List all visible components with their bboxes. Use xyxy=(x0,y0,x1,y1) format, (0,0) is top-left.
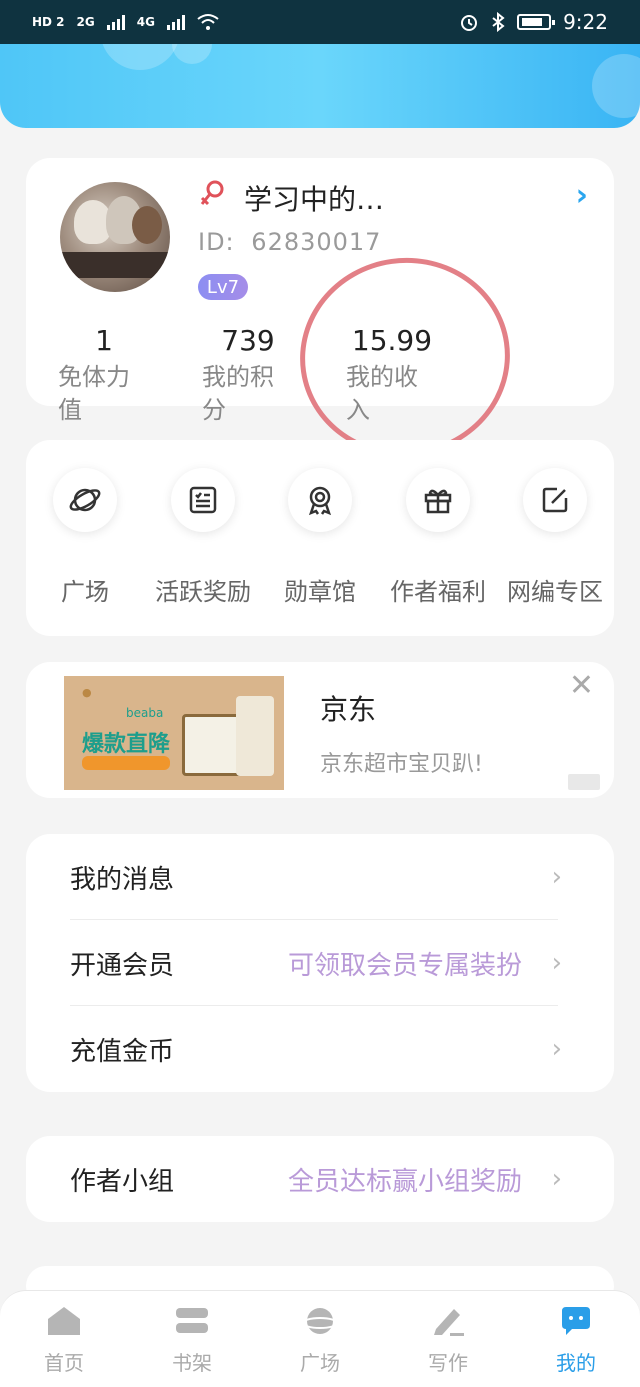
signal-icon xyxy=(166,14,185,30)
tab-plaza[interactable]: 广场 xyxy=(256,1303,384,1376)
tab-label: 写作 xyxy=(428,1351,468,1375)
author-group-card: 作者小组 全员达标赢小组奖励 › xyxy=(26,1136,614,1222)
close-icon[interactable]: ✕ xyxy=(569,668,594,703)
stat-points[interactable]: 739 我的积 分 xyxy=(202,324,312,427)
alarm-icon xyxy=(461,15,478,31)
bookshelf-icon xyxy=(172,1303,212,1339)
ad-subtitle: 京东超市宝贝趴! xyxy=(320,752,483,777)
chevron-right-icon: › xyxy=(551,948,562,978)
list-item-value: 可领取会员专属装扮 xyxy=(287,950,522,981)
quick-item-label: 网编专区 xyxy=(507,578,603,606)
list-item-label: 充值金币 xyxy=(70,1036,175,1067)
network-type-2: 4G xyxy=(136,15,155,29)
user-id: ID: 62830017 xyxy=(198,228,381,256)
ad-image[interactable]: ● beaba 爆款直降 xyxy=(64,676,284,790)
female-gender-icon xyxy=(200,180,224,206)
ad-title: 京东 xyxy=(320,693,377,726)
quick-item-label: 作者福利 xyxy=(390,578,486,606)
avatar[interactable] xyxy=(60,182,170,292)
clock-time: 9:22 xyxy=(563,10,608,34)
tab-write[interactable]: 写作 xyxy=(384,1303,512,1376)
planet-icon xyxy=(53,468,117,532)
ad-image-pill xyxy=(82,756,170,770)
quick-item-label: 活跃奖励 xyxy=(155,578,251,606)
bluetooth-icon xyxy=(492,12,505,32)
list-item-my-messages[interactable]: 我的消息 › xyxy=(26,834,614,920)
edit-icon xyxy=(523,468,587,532)
stat-label-line: 免体力 xyxy=(58,363,130,391)
pen-icon xyxy=(428,1303,468,1339)
tab-home[interactable]: 首页 xyxy=(0,1303,128,1376)
bottom-tab-bar: 首页 书架 广场 写作 我的 xyxy=(0,1290,640,1387)
hd-indicator: HD 2 xyxy=(32,15,65,29)
list-item-label: 我的消息 xyxy=(70,864,175,895)
list-item-label: 作者小组 xyxy=(70,1166,175,1197)
user-id-value: 62830017 xyxy=(251,228,382,256)
ad-image-box xyxy=(236,696,274,776)
stat-label-line: 分 xyxy=(202,396,226,424)
quick-item-author-benefits[interactable]: 作者福利 xyxy=(379,468,497,607)
status-bar: HD 2 2G 4G 9:22 xyxy=(0,0,640,44)
ad-banner-card[interactable]: ● beaba 爆款直降 京东 京东超市宝贝趴! ✕ xyxy=(26,662,614,798)
ad-image-logo: ● xyxy=(82,686,92,699)
tab-label: 广场 xyxy=(300,1351,340,1375)
chevron-right-icon: › xyxy=(551,862,562,892)
stat-stamina[interactable]: 1 免体力 值 xyxy=(58,324,168,427)
username: 学习中的… xyxy=(244,183,385,216)
stat-value: 1 xyxy=(95,324,113,357)
quick-item-plaza[interactable]: 广场 xyxy=(26,468,144,607)
home-icon xyxy=(44,1303,84,1339)
list-item-open-membership[interactable]: 开通会员 可领取会员专属装扮 › xyxy=(26,920,614,1006)
quick-menu-card: 广场 活跃奖励 勋章馆 作者福利 网编专区 xyxy=(26,440,614,636)
network-type-1: 2G xyxy=(76,15,95,29)
user-id-label: ID: xyxy=(198,228,235,256)
tab-bookshelf[interactable]: 书架 xyxy=(128,1303,256,1376)
tab-label: 书架 xyxy=(172,1351,212,1375)
level-badge: Lv7 xyxy=(198,274,248,300)
checklist-icon xyxy=(171,468,235,532)
list-item-label: 开通会员 xyxy=(70,950,175,981)
quick-item-medal-hall[interactable]: 勋章馆 xyxy=(261,468,379,607)
quick-item-active-reward[interactable]: 活跃奖励 xyxy=(144,468,262,607)
tab-label: 首页 xyxy=(44,1351,84,1375)
list-item-author-group[interactable]: 作者小组 全员达标赢小组奖励 › xyxy=(26,1136,614,1222)
decor-bubble xyxy=(592,54,640,118)
list-item-recharge-coins[interactable]: 充值金币 › xyxy=(26,1006,614,1092)
medal-icon xyxy=(288,468,352,532)
stat-label-line: 我的积 xyxy=(202,363,274,391)
chevron-right-icon: › xyxy=(551,1164,562,1194)
settings-list-card: 我的消息 › 开通会员 可领取会员专属装扮 › 充值金币 › xyxy=(26,834,614,1092)
quick-item-editor-zone[interactable]: 网编专区 xyxy=(496,468,614,607)
planet-icon xyxy=(300,1303,340,1339)
stat-label-line: 值 xyxy=(58,396,82,424)
ad-image-brand: beaba xyxy=(126,706,164,720)
chat-bubble-icon xyxy=(556,1303,596,1339)
stat-label: 免体力 值 xyxy=(58,361,168,427)
wifi-icon xyxy=(197,14,219,30)
tab-mine[interactable]: 我的 xyxy=(512,1303,640,1376)
ad-image-headline: 爆款直降 xyxy=(82,732,171,757)
stat-label: 我的积 分 xyxy=(202,361,312,427)
list-item-value: 全员达标赢小组奖励 xyxy=(287,1166,522,1197)
quick-item-label: 广场 xyxy=(61,578,109,606)
chevron-right-icon: › xyxy=(551,1034,562,1064)
gift-icon xyxy=(406,468,470,532)
profile-detail-chevron-icon[interactable]: › xyxy=(576,178,588,213)
signal-icon xyxy=(106,14,125,30)
ad-mark xyxy=(568,774,600,790)
tab-label: 我的 xyxy=(556,1351,596,1375)
quick-item-label: 勋章馆 xyxy=(284,578,356,606)
battery-icon xyxy=(517,14,556,30)
stat-value: 739 xyxy=(221,324,275,357)
